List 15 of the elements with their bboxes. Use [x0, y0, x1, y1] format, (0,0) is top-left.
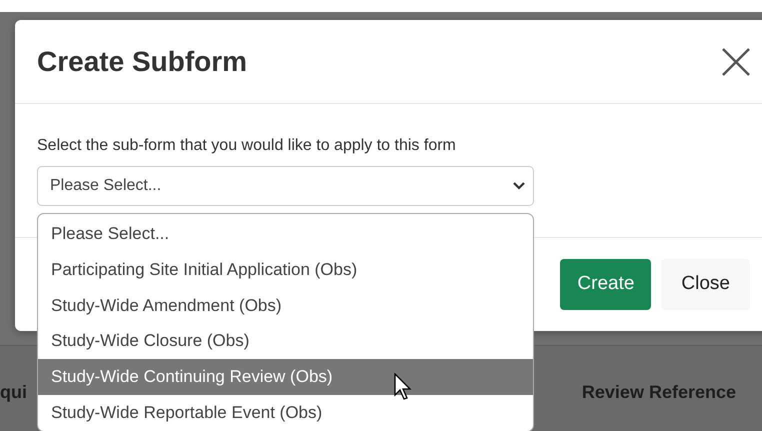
dropdown-option[interactable]: Please Select... [38, 216, 533, 252]
dialog-title: Create Subform [37, 44, 248, 78]
close-button[interactable]: Close [661, 259, 750, 310]
dropdown-option[interactable]: Study-Wide Continuing Review (Obs) [38, 359, 533, 395]
dropdown-option[interactable]: Study-Wide Reportable Event (Obs) [38, 394, 533, 431]
chevron-icon [513, 182, 525, 190]
dropdown-option[interactable]: Participating Site Initial Application (Obs) [38, 252, 533, 288]
dropdown-option[interactable]: Study-Wide Closure (Obs) [38, 323, 533, 360]
column-header: qui [0, 381, 27, 404]
create-button[interactable]: Create [560, 259, 652, 310]
column-header: Review Reference [582, 381, 736, 404]
dropdown-option[interactable]: Study-Wide Amendment (Obs) [38, 288, 533, 324]
field-label: Select the sub-form that you would like to apply to this form [37, 136, 457, 156]
select-field[interactable]: Please Select... [37, 166, 534, 206]
cursor-icon [394, 373, 412, 401]
